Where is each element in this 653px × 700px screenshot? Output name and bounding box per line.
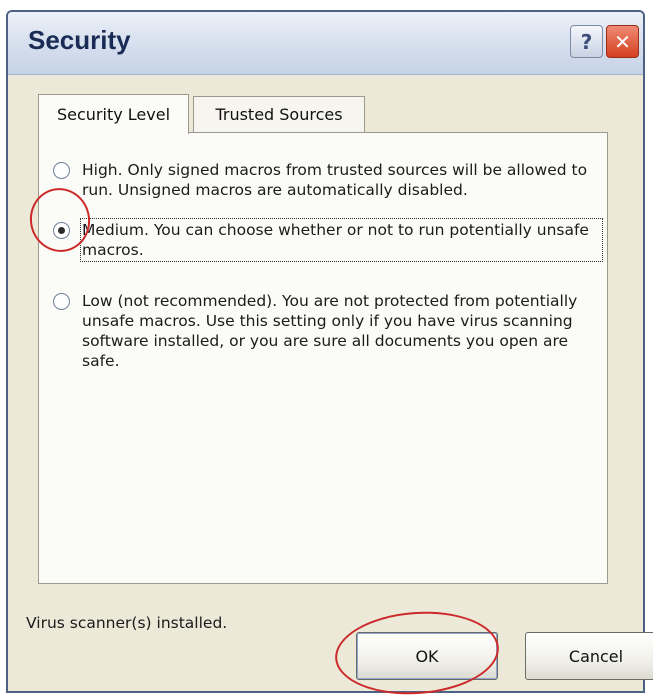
radio-medium[interactable] xyxy=(53,222,70,239)
radio-high[interactable] xyxy=(53,162,70,179)
option-low[interactable]: Low (not recommended). You are not prote… xyxy=(53,291,601,371)
title-bar[interactable]: Security ? ✕ xyxy=(8,12,643,75)
option-medium-label[interactable]: Medium. You can choose whether or not to… xyxy=(80,218,603,262)
tab-trusted-sources[interactable]: Trusted Sources xyxy=(193,96,365,132)
tab-label: Security Level xyxy=(56,105,171,124)
dialog-title: Security xyxy=(28,25,131,55)
option-medium[interactable]: Medium. You can choose whether or not to… xyxy=(53,218,603,262)
question-mark-icon: ? xyxy=(580,29,593,54)
option-high-label[interactable]: High. Only signed macros from trusted so… xyxy=(82,160,601,200)
close-button[interactable]: ✕ xyxy=(606,25,639,58)
help-button[interactable]: ? xyxy=(570,25,603,58)
option-high[interactable]: High. Only signed macros from trusted so… xyxy=(53,160,601,200)
security-dialog: Security ? ✕ Security Level Trusted Sour… xyxy=(6,10,653,693)
ok-button[interactable]: OK xyxy=(356,632,498,680)
status-text: Virus scanner(s) installed. xyxy=(26,614,228,632)
option-low-label[interactable]: Low (not recommended). You are not prote… xyxy=(82,291,601,371)
security-level-panel: High. Only signed macros from trusted so… xyxy=(38,132,608,584)
tab-label: Trusted Sources xyxy=(215,105,343,124)
radio-low[interactable] xyxy=(53,293,70,310)
close-icon: ✕ xyxy=(614,29,631,54)
tab-security-level[interactable]: Security Level xyxy=(38,94,189,134)
cancel-button[interactable]: Cancel xyxy=(525,632,653,680)
